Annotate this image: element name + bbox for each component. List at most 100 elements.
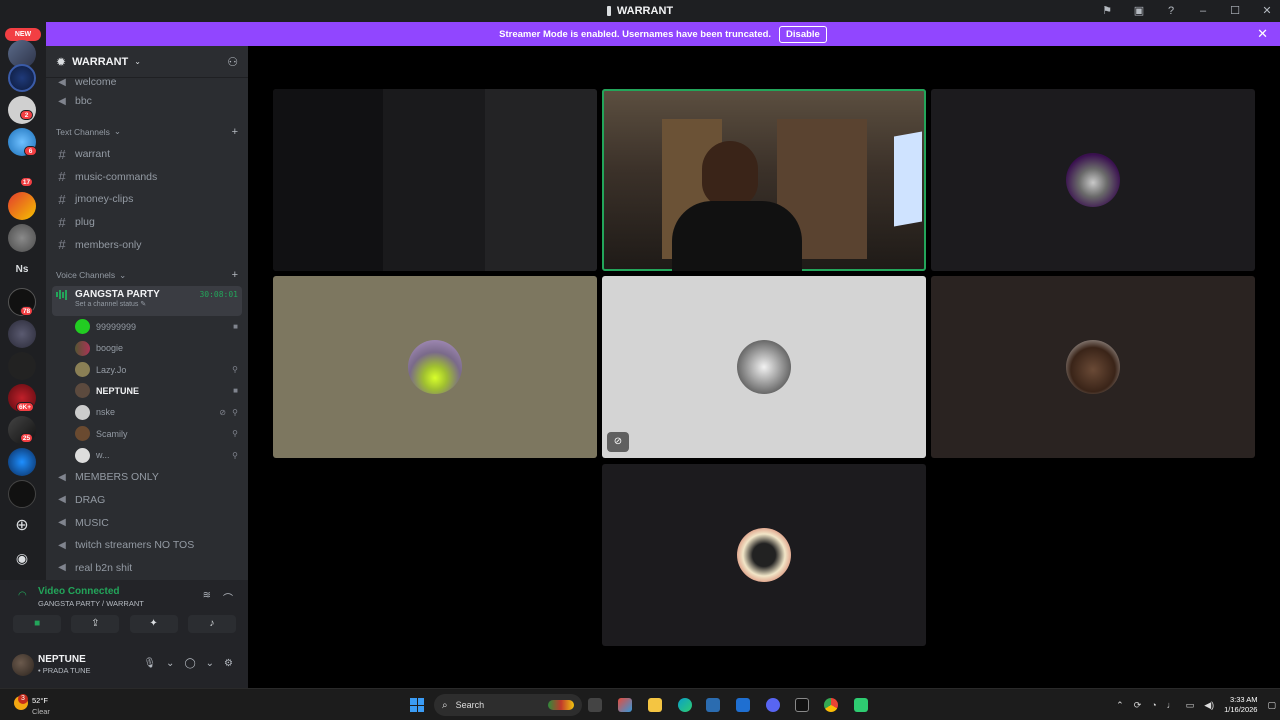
channel-bbc[interactable]: ◀ bbc: [46, 90, 248, 113]
video-tile[interactable]: [273, 276, 597, 458]
member-name: boogie: [96, 343, 124, 354]
discord-icon[interactable]: [766, 698, 780, 712]
outlook-icon[interactable]: [736, 698, 750, 712]
video-tile[interactable]: ⊘: [602, 276, 926, 458]
microphone-icon[interactable]: 🎙︎: [143, 658, 156, 669]
settings-gear-icon[interactable]: ⚙: [224, 658, 233, 669]
microphone-icon[interactable]: ♩: [1167, 700, 1176, 710]
camera-button[interactable]: ■: [13, 615, 62, 633]
channel-jmoney-clips[interactable]: # jmoney-clips: [46, 188, 248, 211]
inbox-flag-icon[interactable]: ⚑: [1100, 5, 1114, 17]
noise-suppression-icon[interactable]: ≋: [203, 590, 211, 605]
voice-location[interactable]: GANGSTA PARTY / WARRANT: [38, 599, 144, 608]
video-tile[interactable]: [602, 464, 926, 646]
voice-channel-members-only[interactable]: ◀ MEMBERS ONLY: [46, 466, 248, 489]
search-label: Search: [455, 700, 485, 710]
avatar: [1066, 153, 1120, 207]
task-view-icon[interactable]: [588, 698, 602, 712]
voice-member[interactable]: w... ⚲: [46, 444, 248, 465]
category-voice-channels[interactable]: Voice Channels ⌄ +: [46, 264, 248, 286]
voice-member[interactable]: NEPTUNE ■: [46, 380, 248, 401]
server-badge: 6: [24, 146, 37, 156]
server-icon[interactable]: [8, 320, 36, 348]
voice-member[interactable]: nske ⊘ ⚲: [46, 402, 248, 423]
minimize-icon[interactable]: –: [1196, 5, 1210, 17]
voice-member[interactable]: Lazy.Jo ⚲: [46, 359, 248, 380]
store-icon[interactable]: [706, 698, 720, 712]
clock[interactable]: 3:33 AM 1/16/2026: [1224, 695, 1257, 715]
terminal-icon[interactable]: [795, 698, 809, 712]
headphones-icon[interactable]: ◯: [184, 658, 195, 669]
server-icon[interactable]: [8, 224, 36, 252]
add-server-icon[interactable]: ⊕: [8, 512, 36, 540]
server-icon[interactable]: [8, 64, 36, 92]
user-name[interactable]: NEPTUNE: [38, 654, 86, 665]
app-logo-icon: [606, 6, 611, 16]
maximize-icon[interactable]: ☐: [1228, 5, 1242, 17]
disconnect-icon[interactable]: ⌒: [223, 590, 233, 605]
file-explorer-icon[interactable]: [648, 698, 662, 712]
soundboard-button[interactable]: ♪: [187, 615, 236, 633]
disable-streamer-button[interactable]: Disable: [779, 25, 827, 43]
taskbar-search[interactable]: ⌕ Search: [434, 694, 582, 716]
server-badge: 17: [20, 177, 33, 187]
server-icon[interactable]: [8, 480, 36, 508]
video-tile-speaking[interactable]: [602, 89, 926, 271]
display-icon[interactable]: ▭: [1186, 700, 1195, 711]
network-icon[interactable]: ◔: [1151, 700, 1156, 710]
channel-status-text: Set a channel status: [75, 301, 139, 309]
avatar: [75, 340, 90, 356]
inbox-icon[interactable]: ▣: [1132, 5, 1146, 17]
chrome-icon[interactable]: [824, 698, 838, 712]
weather-temp: 52°F: [32, 696, 48, 705]
voice-status[interactable]: Video Connected: [38, 586, 120, 597]
active-voice-channel[interactable]: GANGSTA PARTY 30:08:01 Set a channel sta…: [52, 286, 242, 317]
copilot-icon[interactable]: [618, 698, 632, 712]
video-tile[interactable]: [931, 276, 1255, 458]
video-camera-icon: ■: [233, 386, 238, 396]
channel-status[interactable]: Set a channel status ✎: [56, 300, 238, 308]
channel-members-only[interactable]: # members-only: [46, 233, 248, 256]
avatar[interactable]: [12, 654, 34, 676]
channel-warrant[interactable]: # warrant: [46, 143, 248, 166]
category-text-channels[interactable]: Text Channels ⌄ +: [46, 121, 248, 143]
sync-icon[interactable]: ⟳: [1134, 700, 1142, 711]
channel-plug[interactable]: # plug: [46, 211, 248, 234]
screen-share-button[interactable]: ⇪: [71, 615, 120, 633]
video-tile[interactable]: [931, 89, 1255, 271]
voice-channel-real-b2n[interactable]: ◀ real b2n shit: [46, 557, 248, 580]
video-camera-icon: ■: [233, 322, 238, 332]
add-channel-icon[interactable]: +: [232, 126, 238, 138]
server-icon[interactable]: [8, 448, 36, 476]
chevron-down-icon[interactable]: ⌄: [166, 658, 174, 669]
user-status: • PRADA TUNE: [38, 666, 91, 675]
voice-member[interactable]: Scamily ⚲: [46, 423, 248, 444]
add-channel-icon[interactable]: +: [232, 269, 238, 281]
activities-button[interactable]: ✦: [129, 615, 178, 633]
close-banner-icon[interactable]: ✕: [1257, 27, 1268, 41]
chevron-down-icon[interactable]: ⌄: [206, 658, 214, 669]
notification-icon[interactable]: ▢: [1267, 700, 1276, 711]
chevron-up-icon[interactable]: ⌃: [1116, 700, 1124, 711]
discover-icon[interactable]: ◉: [8, 544, 36, 572]
server-badge: 25: [20, 433, 33, 443]
server-icon[interactable]: [8, 192, 36, 220]
channel-music-commands[interactable]: # music-commands: [46, 165, 248, 188]
voice-member[interactable]: boogie: [46, 338, 248, 359]
channel-welcome[interactable]: ◀ welcome: [46, 74, 248, 90]
voice-channel-twitch[interactable]: ◀ twitch streamers NO TOS: [46, 534, 248, 557]
video-tile[interactable]: [273, 89, 597, 271]
help-icon[interactable]: ?: [1164, 5, 1178, 17]
user-panel: NEPTUNE • PRADA TUNE 🎙︎ ⌄ ◯ ⌄ ⚙: [8, 644, 241, 686]
close-window-icon[interactable]: ✕: [1260, 5, 1274, 17]
voice-member[interactable]: 99999999 ■: [46, 316, 248, 337]
speaker-icon[interactable]: ◀): [1204, 700, 1214, 711]
app-icon[interactable]: [854, 698, 868, 712]
windows-start-icon[interactable]: [410, 698, 424, 712]
voice-channel-drag[interactable]: ◀ DRAG: [46, 489, 248, 512]
server-icon[interactable]: [8, 352, 36, 380]
server-ns[interactable]: Ns: [8, 256, 36, 284]
voice-channel-music[interactable]: ◀ MUSIC: [46, 511, 248, 534]
edge-icon[interactable]: [678, 698, 692, 712]
invite-icon[interactable]: ⚇: [227, 55, 238, 69]
